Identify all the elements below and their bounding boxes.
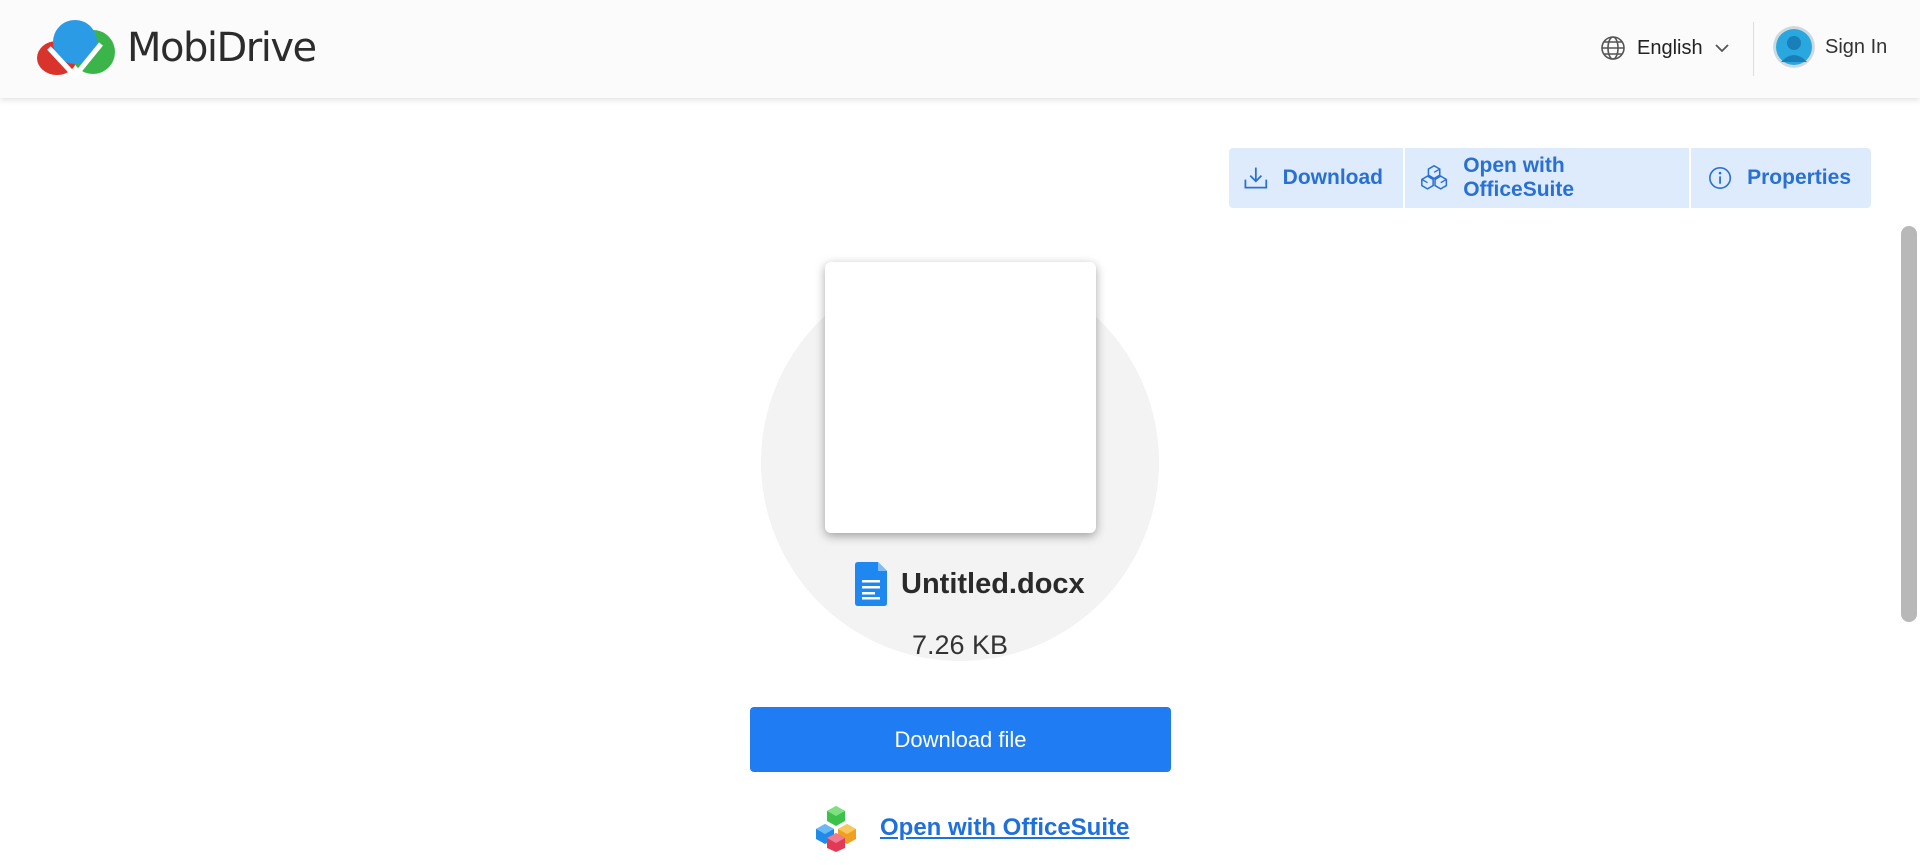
officesuite-icon [816, 806, 856, 852]
toolbar-download-label: Download [1282, 166, 1383, 189]
toolbar-open-with-officesuite-button[interactable]: Open with OfficeSuite [1405, 148, 1689, 208]
header-divider [1753, 22, 1754, 76]
open-with-officesuite-link[interactable]: Open with OfficeSuite [812, 802, 1129, 854]
toolbar-download-button[interactable]: Download [1229, 148, 1403, 208]
officesuite-icon [1421, 164, 1448, 190]
language-selector[interactable]: English [1600, 30, 1731, 66]
toolbar-properties-button[interactable]: Properties [1691, 148, 1871, 208]
top-header: MobiDrive English Sign In [0, 0, 1920, 98]
brand-logo[interactable]: MobiDrive [35, 18, 317, 78]
file-toolbar: Download Open with OfficeSuite Propertie… [1229, 148, 1871, 208]
file-preview-thumbnail [825, 262, 1096, 533]
mobidrive-logo-icon [37, 20, 115, 78]
file-name: Untitled.docx [901, 567, 1085, 600]
sign-in-button[interactable]: Sign In [1773, 26, 1887, 68]
sign-in-label: Sign In [1825, 35, 1888, 58]
file-name-row: Untitled.docx [853, 561, 1085, 607]
docx-file-icon [855, 562, 887, 606]
toolbar-properties-label: Properties [1747, 166, 1851, 189]
file-size: 7.26 KB [911, 630, 1009, 660]
download-file-button[interactable]: Download file [750, 707, 1171, 772]
scrollbar-thumb[interactable] [1901, 226, 1917, 622]
info-icon [1709, 166, 1732, 190]
user-avatar-icon [1773, 26, 1815, 68]
toolbar-open-with-label: Open with OfficeSuite [1463, 154, 1575, 201]
language-label: English [1637, 36, 1703, 59]
chevron-down-icon [1714, 44, 1729, 53]
open-with-officesuite-label: Open with OfficeSuite [880, 814, 1130, 841]
download-icon [1244, 167, 1268, 189]
brand-name: MobiDrive [127, 25, 317, 71]
globe-icon [1601, 36, 1625, 60]
